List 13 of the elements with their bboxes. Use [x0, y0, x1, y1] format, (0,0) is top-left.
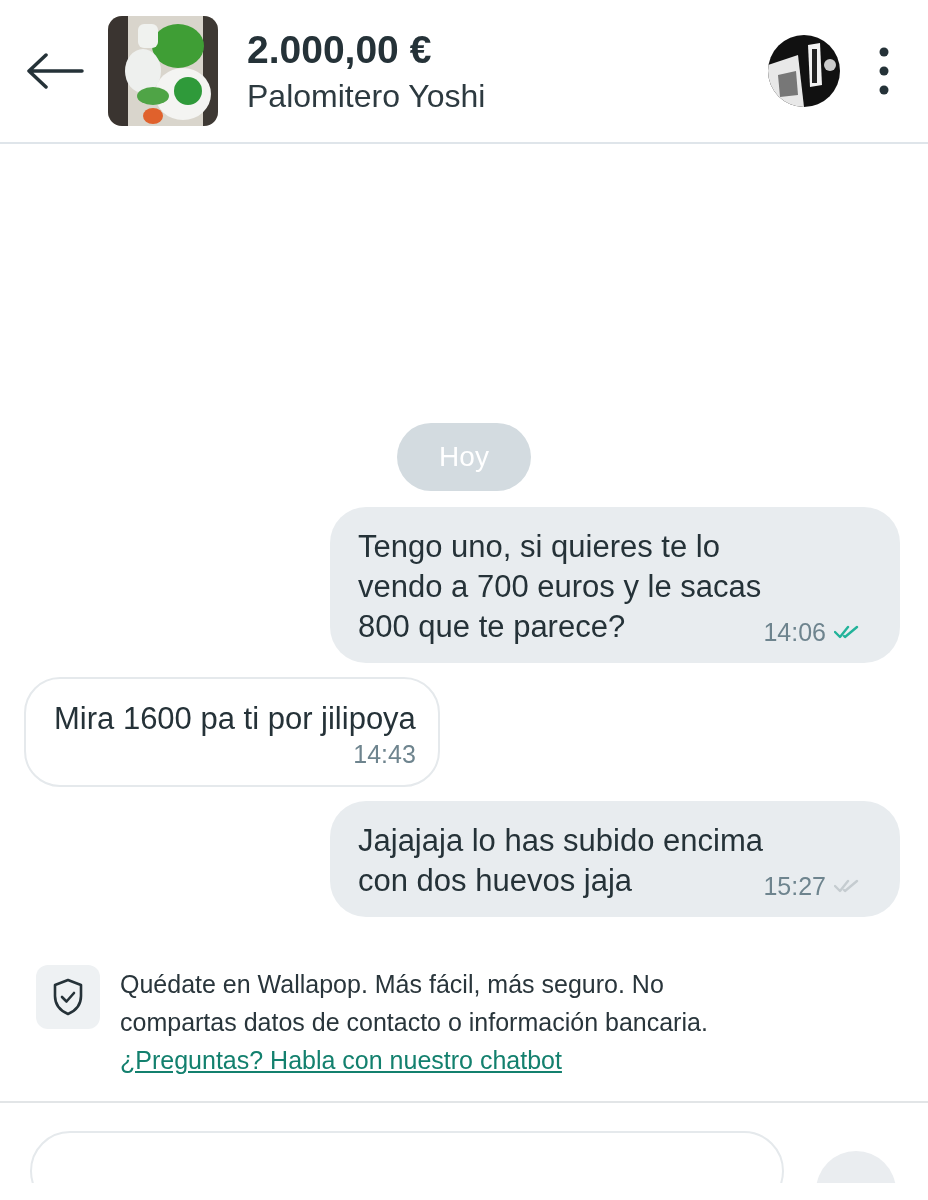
chatbot-link[interactable]: ¿Preguntas? Habla con nuestro chatbot [120, 1041, 562, 1079]
item-price: 2.000,00 € [247, 27, 433, 72]
message-time: 14:43 [353, 739, 416, 769]
message-text: Jajajaja lo has subido encima con dos huevos jaja [358, 822, 763, 900]
more-options-icon[interactable] [878, 46, 890, 96]
message-time: 15:27 [763, 871, 826, 901]
message-text: Mira 1600 pa ti por jilipoya [54, 700, 416, 738]
safety-notice: Quédate en Wallapop. Más fácil, más seguro. No compartas datos de contacto o información bancaria. [120, 969, 708, 1038]
shield-icon [36, 965, 100, 1029]
message-text: Tengo uno, si quieres te lo vendo a 700 euros y le sacas 800 que te parece? [358, 528, 762, 646]
message-time: 14:06 [763, 617, 826, 647]
back-icon[interactable] [26, 53, 84, 89]
item-title: Palomitero Yoshi [247, 77, 487, 115]
